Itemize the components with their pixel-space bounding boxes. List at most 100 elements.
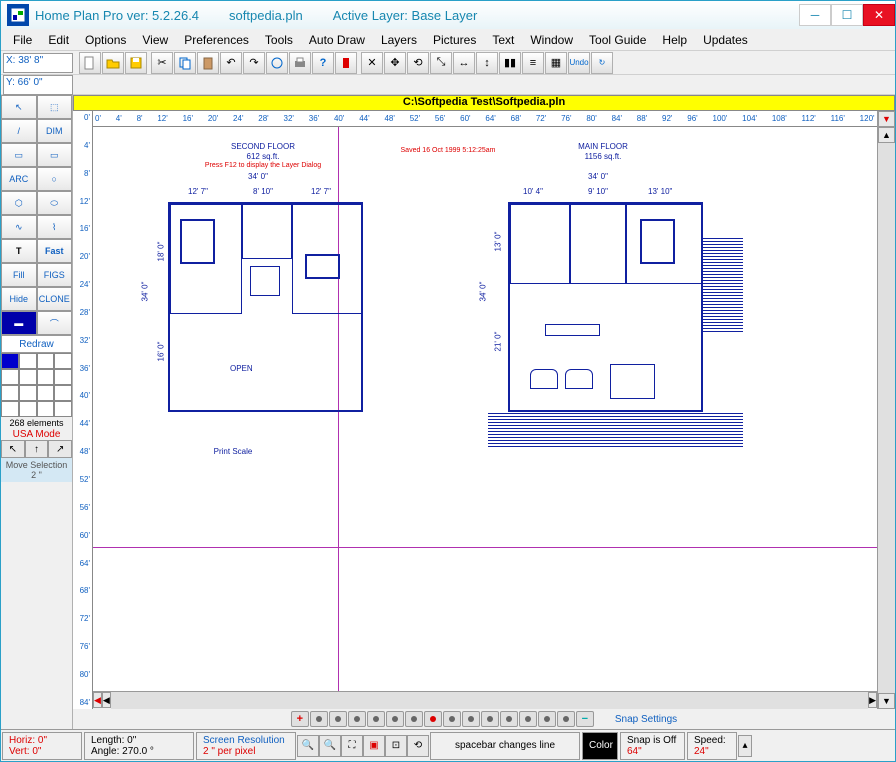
menu-file[interactable]: File <box>5 31 40 49</box>
menu-window[interactable]: Window <box>522 31 581 49</box>
cut-icon[interactable]: ✂ <box>151 52 173 74</box>
color-swatch[interactable] <box>19 353 37 369</box>
vertical-scrollbar[interactable]: ▼ ▲ ▼ <box>877 111 895 709</box>
speed-up-down[interactable]: ▴ <box>738 735 752 757</box>
wave-tool[interactable]: ⌇ <box>37 215 73 239</box>
scroll-left-red[interactable]: ◀ <box>93 692 102 708</box>
flip-h-icon[interactable]: ↔ <box>453 52 475 74</box>
align-icon[interactable]: ≡ <box>522 52 544 74</box>
arc-tool[interactable]: ARC <box>1 167 37 191</box>
nomove-icon[interactable]: ✕ <box>361 52 383 74</box>
color-swatch[interactable] <box>54 369 72 385</box>
figs-tool[interactable]: FIGS <box>37 263 73 287</box>
poly-tool[interactable]: ⬡ <box>1 191 37 215</box>
color-swatch[interactable] <box>19 369 37 385</box>
nudge-n[interactable]: ↑ <box>25 440 49 458</box>
curve2-tool[interactable]: ⌒ <box>37 311 73 335</box>
snap-dot-13[interactable] <box>557 711 575 727</box>
print-icon[interactable] <box>289 52 311 74</box>
drawing-canvas[interactable]: SECOND FLOOR 612 sq.ft. Press F12 to dis… <box>93 127 877 691</box>
text-tool[interactable]: T <box>1 239 37 263</box>
snap-settings-label[interactable]: Snap Settings <box>615 714 677 725</box>
zoom-out-icon[interactable]: 🔍 <box>297 735 319 757</box>
snap-dot-9[interactable] <box>481 711 499 727</box>
snap-add[interactable]: + <box>291 711 309 727</box>
snap-dot-11[interactable] <box>519 711 537 727</box>
save-icon[interactable] <box>125 52 147 74</box>
redraw-button[interactable]: Redraw <box>1 335 72 353</box>
undo-icon[interactable]: ↶ <box>220 52 242 74</box>
scroll-up[interactable]: ▲ <box>878 127 895 143</box>
wall-tool[interactable]: ▬ <box>1 311 37 335</box>
color-swatch[interactable] <box>37 369 55 385</box>
menu-toolguide[interactable]: Tool Guide <box>581 31 654 49</box>
pause-icon[interactable]: ▮▮ <box>499 52 521 74</box>
zoom-extents-icon[interactable]: ⊡ <box>385 735 407 757</box>
color-swatch[interactable] <box>1 353 19 369</box>
circle-tool[interactable]: ○ <box>37 167 73 191</box>
snap-dot-1[interactable] <box>310 711 328 727</box>
scroll-up-red[interactable]: ▼ <box>878 111 895 127</box>
color-swatch[interactable] <box>54 385 72 401</box>
rotate-icon[interactable]: ⟲ <box>407 52 429 74</box>
open-icon[interactable] <box>102 52 124 74</box>
dim-tool[interactable]: DIM <box>37 119 73 143</box>
menu-view[interactable]: View <box>134 31 176 49</box>
zoom-in-icon[interactable]: 🔍 <box>319 735 341 757</box>
zoom-fit-icon[interactable]: ⛶ <box>341 735 363 757</box>
grid-icon[interactable]: ▦ <box>545 52 567 74</box>
menu-tools[interactable]: Tools <box>257 31 301 49</box>
resize-icon[interactable]: ⤡ <box>430 52 452 74</box>
minimize-button[interactable]: ─ <box>799 4 831 26</box>
new-icon[interactable] <box>79 52 101 74</box>
color-swatch[interactable] <box>1 369 19 385</box>
snap-dot-3[interactable] <box>348 711 366 727</box>
color-swatch[interactable] <box>1 385 19 401</box>
nudge-nw[interactable]: ↖ <box>1 440 25 458</box>
menu-options[interactable]: Options <box>77 31 134 49</box>
menu-pictures[interactable]: Pictures <box>425 31 484 49</box>
fast-text-tool[interactable]: Fast <box>37 239 73 263</box>
scroll-right[interactable]: ▶ <box>868 692 877 708</box>
snap-dot-10[interactable] <box>500 711 518 727</box>
snap-remove[interactable]: − <box>576 711 594 727</box>
fill-tool[interactable]: Fill <box>1 263 37 287</box>
snap-dot-12[interactable] <box>538 711 556 727</box>
snap-dot-8[interactable] <box>462 711 480 727</box>
color-swatch[interactable] <box>37 353 55 369</box>
redo-oval-icon[interactable]: ↻ <box>591 52 613 74</box>
color-swatch[interactable] <box>37 401 55 417</box>
horizontal-scrollbar[interactable]: ◀ ◀ ▶ <box>93 691 877 709</box>
snap-dot-5[interactable] <box>386 711 404 727</box>
exit-icon[interactable] <box>335 52 357 74</box>
rect-open-tool[interactable]: ▭ <box>1 143 37 167</box>
flip-v-icon[interactable]: ↕ <box>476 52 498 74</box>
menu-text[interactable]: Text <box>484 31 522 49</box>
nudge-ne[interactable]: ↗ <box>48 440 72 458</box>
menu-preferences[interactable]: Preferences <box>176 31 257 49</box>
scroll-left[interactable]: ◀ <box>102 692 111 708</box>
clone-tool[interactable]: CLONE <box>37 287 73 311</box>
move-icon[interactable]: ✥ <box>384 52 406 74</box>
curve-tool[interactable]: ∿ <box>1 215 37 239</box>
zoom-window-icon[interactable]: ▣ <box>363 735 385 757</box>
snap-dot-active[interactable] <box>424 711 442 727</box>
ellipse-tool[interactable]: ⬭ <box>37 191 73 215</box>
menu-edit[interactable]: Edit <box>40 31 77 49</box>
scroll-down[interactable]: ▼ <box>878 693 895 709</box>
hide-tool[interactable]: Hide <box>1 287 37 311</box>
snap-dot-4[interactable] <box>367 711 385 727</box>
color-swatch[interactable] <box>19 401 37 417</box>
rect-tool[interactable]: ▭ <box>37 143 73 167</box>
line-tool[interactable]: / <box>1 119 37 143</box>
undo-oval-icon[interactable]: Undo <box>568 52 590 74</box>
help-icon[interactable]: ? <box>312 52 334 74</box>
copy-icon[interactable] <box>174 52 196 74</box>
color-swatch[interactable] <box>54 353 72 369</box>
color-button[interactable]: Color <box>582 732 618 760</box>
zoom-prev-icon[interactable]: ⟲ <box>407 735 429 757</box>
color-swatch[interactable] <box>54 401 72 417</box>
menu-layers[interactable]: Layers <box>373 31 425 49</box>
redo-icon[interactable]: ↷ <box>243 52 265 74</box>
snap-dot-7[interactable] <box>443 711 461 727</box>
